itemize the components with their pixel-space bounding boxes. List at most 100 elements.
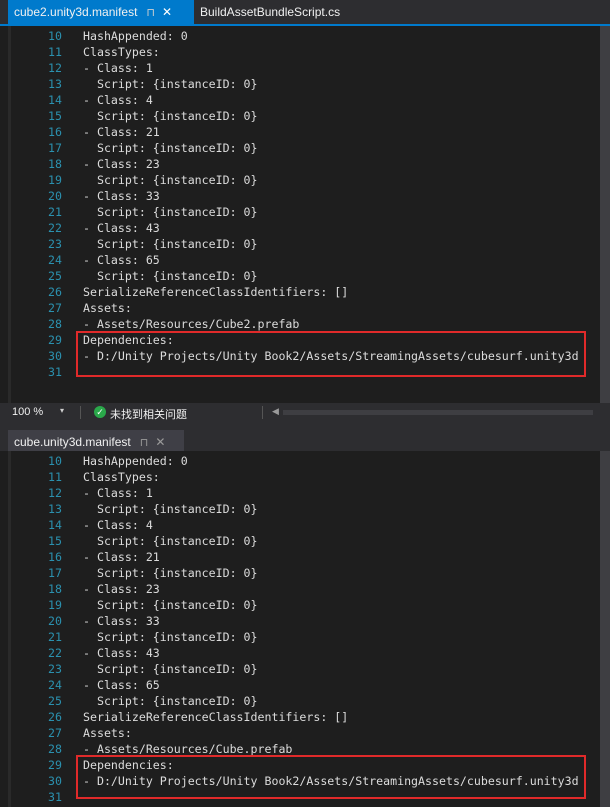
pin-icon[interactable]: ⊓ <box>146 6 155 19</box>
line-number: 21 <box>48 205 62 219</box>
line-text: - Class: 43 <box>83 646 160 660</box>
line-number: 14 <box>48 93 62 107</box>
pin-icon[interactable]: ⊓ <box>140 436 149 449</box>
line-text: Script: {instanceID: 0} <box>83 534 258 548</box>
code-line[interactable]: 18 - Class: 23 <box>0 156 600 172</box>
zoom-level[interactable]: 100 % <box>12 406 43 418</box>
top-tab-bar: cube2.unity3d.manifest ⊓ ✕ BuildAssetBun… <box>0 0 610 24</box>
line-text: - Assets/Resources/Cube.prefab <box>83 742 293 756</box>
line-text: Script: {instanceID: 0} <box>83 141 258 155</box>
line-number: 14 <box>48 518 62 532</box>
code-line[interactable]: 21 Script: {instanceID: 0} <box>0 204 600 220</box>
line-number: 15 <box>48 109 62 123</box>
line-number: 17 <box>48 141 62 155</box>
line-number: 31 <box>48 365 62 379</box>
code-line[interactable]: 17 Script: {instanceID: 0} <box>0 140 600 156</box>
line-text: - Class: 23 <box>83 582 160 596</box>
line-number: 20 <box>48 189 62 203</box>
editor-pane-cube[interactable]: 10 HashAppended: 0 11 ClassTypes: 12 - Class:… <box>0 451 610 807</box>
code-line[interactable]: 15 Script: {instanceID: 0} <box>0 108 600 124</box>
tab-cube2-manifest[interactable]: cube2.unity3d.manifest ⊓ ✕ <box>8 0 194 24</box>
code-line[interactable]: 10 HashAppended: 0 <box>0 453 600 469</box>
line-number: 27 <box>48 726 62 740</box>
code-line[interactable]: 23 Script: {instanceID: 0} <box>0 236 600 252</box>
code-line[interactable]: 15 Script: {instanceID: 0} <box>0 533 600 549</box>
code-line[interactable]: 24 - Class: 65 <box>0 677 600 693</box>
code-line[interactable]: 24 - Class: 65 <box>0 252 600 268</box>
line-number: 22 <box>48 646 62 660</box>
code-line[interactable]: 13 Script: {instanceID: 0} <box>0 76 600 92</box>
line-number: 10 <box>48 454 62 468</box>
tab-buildassetbundlescript[interactable]: BuildAssetBundleScript.cs <box>194 0 364 24</box>
code-line[interactable]: 14 - Class: 4 <box>0 92 600 108</box>
code-line[interactable]: 27 Assets: <box>0 300 600 316</box>
code-line[interactable]: 10 HashAppended: 0 <box>0 28 600 44</box>
line-text: - Class: 21 <box>83 550 160 564</box>
line-number: 13 <box>48 77 62 91</box>
vertical-scrollbar[interactable] <box>600 451 610 807</box>
line-text: Script: {instanceID: 0} <box>83 630 258 644</box>
code-line[interactable]: 16 - Class: 21 <box>0 124 600 140</box>
code-line[interactable]: 19 Script: {instanceID: 0} <box>0 172 600 188</box>
line-number: 16 <box>48 550 62 564</box>
line-text: Assets: <box>83 726 132 740</box>
line-text: - Class: 43 <box>83 221 160 235</box>
pane-splitter[interactable] <box>0 422 610 430</box>
code-line[interactable]: 28 - Assets/Resources/Cube2.prefab <box>0 316 600 332</box>
code-line[interactable]: 11 ClassTypes: <box>0 44 600 60</box>
code-line[interactable]: 22 - Class: 43 <box>0 220 600 236</box>
close-icon[interactable]: ✕ <box>155 435 165 449</box>
horizontal-scrollbar[interactable] <box>283 410 593 415</box>
vertical-scrollbar[interactable] <box>600 26 610 403</box>
line-text: Script: {instanceID: 0} <box>83 566 258 580</box>
line-number: 25 <box>48 694 62 708</box>
line-text: Script: {instanceID: 0} <box>83 173 258 187</box>
code-line[interactable]: 25 Script: {instanceID: 0} <box>0 693 600 709</box>
line-number: 25 <box>48 269 62 283</box>
line-number: 26 <box>48 285 62 299</box>
code-line[interactable]: 27 Assets: <box>0 725 600 741</box>
line-text: - Class: 1 <box>83 486 153 500</box>
line-text: - Assets/Resources/Cube2.prefab <box>83 317 300 331</box>
code-line[interactable]: 20 - Class: 33 <box>0 613 600 629</box>
tab-label: BuildAssetBundleScript.cs <box>200 5 341 19</box>
code-line[interactable]: 14 - Class: 4 <box>0 517 600 533</box>
line-number: 17 <box>48 566 62 580</box>
code-line[interactable]: 18 - Class: 23 <box>0 581 600 597</box>
code-line[interactable]: 26 SerializeReferenceClassIdentifiers: [] <box>0 709 600 725</box>
line-text: Script: {instanceID: 0} <box>83 598 258 612</box>
code-line[interactable]: 17 Script: {instanceID: 0} <box>0 565 600 581</box>
code-line[interactable]: 25 Script: {instanceID: 0} <box>0 268 600 284</box>
code-line[interactable]: 22 - Class: 43 <box>0 645 600 661</box>
line-number: 11 <box>48 45 62 59</box>
code-line[interactable]: 12 - Class: 1 <box>0 485 600 501</box>
close-icon[interactable]: ✕ <box>162 5 172 19</box>
code-line[interactable]: 13 Script: {instanceID: 0} <box>0 501 600 517</box>
chevron-down-icon[interactable]: ▾ <box>60 406 64 415</box>
code-line[interactable]: 12 - Class: 1 <box>0 60 600 76</box>
code-line[interactable]: 20 - Class: 33 <box>0 188 600 204</box>
code-line[interactable]: 23 Script: {instanceID: 0} <box>0 661 600 677</box>
code-line[interactable]: 26 SerializeReferenceClassIdentifiers: [] <box>0 284 600 300</box>
line-text: Script: {instanceID: 0} <box>83 502 258 516</box>
line-text: Script: {instanceID: 0} <box>83 694 258 708</box>
editor-status-bar: 100 % ▾ ✓ 未找到相关问题 ◀ <box>0 403 610 422</box>
scroll-left-icon[interactable]: ◀ <box>272 406 279 417</box>
line-number: 21 <box>48 630 62 644</box>
code-line[interactable]: 11 ClassTypes: <box>0 469 600 485</box>
line-text: Script: {instanceID: 0} <box>83 77 258 91</box>
line-text: ClassTypes: <box>83 470 160 484</box>
code-line[interactable]: 19 Script: {instanceID: 0} <box>0 597 600 613</box>
line-text: - Class: 65 <box>83 253 160 267</box>
issues-status-text[interactable]: 未找到相关问题 <box>110 406 187 422</box>
line-number: 19 <box>48 598 62 612</box>
code-line[interactable]: 21 Script: {instanceID: 0} <box>0 629 600 645</box>
line-number: 22 <box>48 221 62 235</box>
line-number: 18 <box>48 582 62 596</box>
line-text: SerializeReferenceClassIdentifiers: [] <box>83 710 349 724</box>
line-number: 30 <box>48 349 62 363</box>
code-line[interactable]: 16 - Class: 21 <box>0 549 600 565</box>
line-number: 23 <box>48 662 62 676</box>
line-text: - Class: 65 <box>83 678 160 692</box>
line-number: 30 <box>48 774 62 788</box>
